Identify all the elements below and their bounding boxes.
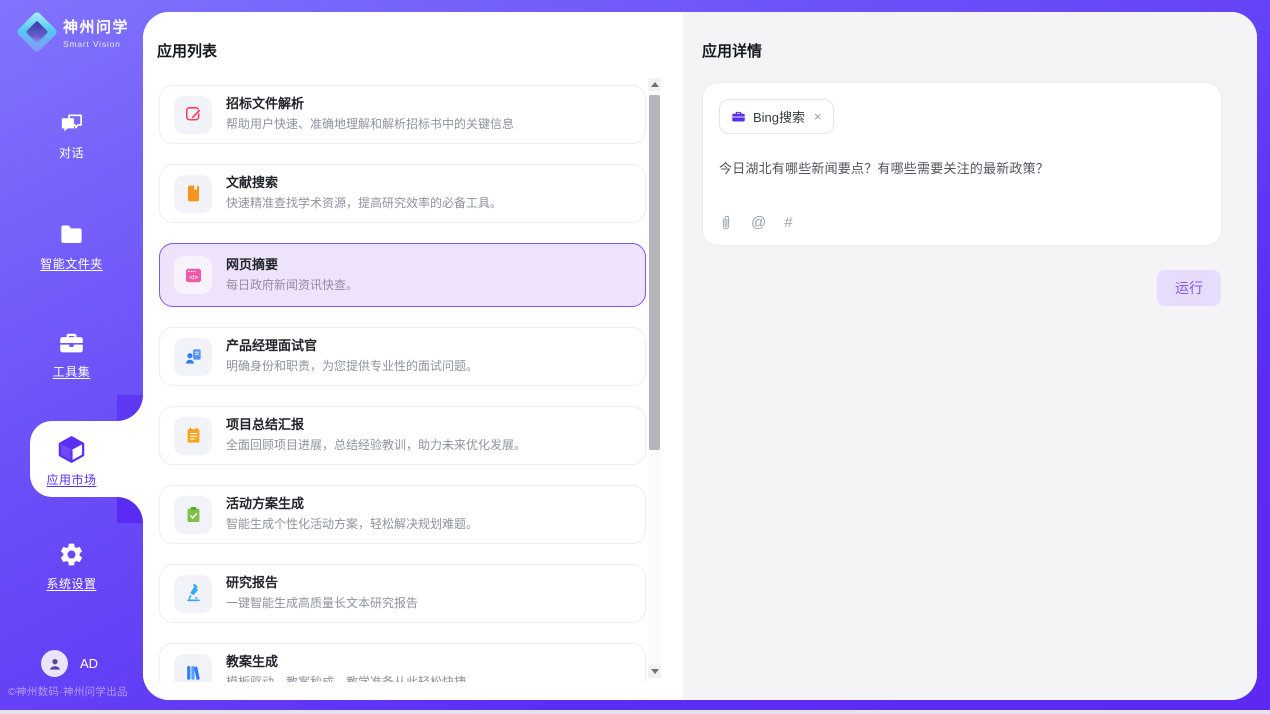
app-detail-panel: 应用详情 Bing搜索 × 今日湖北有哪些新闻要点？有哪些需要关注的最新政策？ … (683, 12, 1257, 700)
list-scrollbar (648, 78, 661, 678)
sidebar: 神州问学 Smart Vision 对话 智能文件夹 工具集 应用市场 (0, 0, 143, 714)
app-card-project-summary[interactable]: 项目总结汇报 全面回顾项目进展，总结经验教训，助力未来优化发展。 (159, 406, 646, 465)
brand-name: 神州问学 (63, 16, 129, 37)
app-card-title: 网页摘要 (226, 257, 358, 274)
triangle-down-icon (651, 669, 659, 674)
app-card-title: 招标文件解析 (226, 96, 514, 113)
app-card-desc: 模板驱动，教案秒成，教学准备从此轻松快捷 (226, 674, 466, 682)
app-card-desc: 一键智能生成高质量长文本研究报告 (226, 595, 418, 612)
sidebar-item-smart-folder[interactable]: 智能文件夹 (0, 221, 143, 272)
input-toolbar: @ # (719, 214, 793, 231)
app-icon-tile (174, 96, 212, 134)
folder-icon (58, 221, 85, 248)
app-card-desc: 每日政府新闻资讯快查。 (226, 277, 358, 294)
brand-subtitle: Smart Vision (63, 39, 129, 49)
app-card-title: 教案生成 (226, 654, 466, 671)
app-card-title: 项目总结汇报 (226, 417, 526, 434)
sidebar-item-chat[interactable]: 对话 (0, 110, 143, 161)
app-card-web-summary[interactable]: </> 网页摘要 每日政府新闻资讯快查。 (159, 243, 646, 307)
app-icon-tile (174, 654, 212, 683)
tab-fillet-bottom (117, 497, 143, 523)
brand-text: 神州问学 Smart Vision (63, 16, 129, 49)
bottom-edge-strip (0, 710, 1270, 714)
app-card-literature-search[interactable]: 文献搜索 快速精准查找学术资源，提高研究效率的必备工具。 (159, 164, 646, 223)
tag-close-icon[interactable]: × (814, 109, 822, 124)
app-icon-tile (174, 338, 212, 376)
chat-icon (58, 110, 85, 137)
gear-icon (58, 541, 85, 568)
app-list-title: 应用列表 (157, 40, 217, 61)
app-card-research-report[interactable]: 研究报告 一键智能生成高质量长文本研究报告 (159, 564, 646, 623)
app-card-bid-document-parse[interactable]: 招标文件解析 帮助用户快速、准确地理解和解析招标书中的关键信息 (159, 85, 646, 144)
app-icon-tile (174, 575, 212, 613)
brand-logo-icon (18, 13, 56, 51)
app-icon-tile (174, 496, 212, 534)
browser-code-icon: </> (184, 266, 203, 285)
app-card-desc: 帮助用户快速、准确地理解和解析招标书中的关键信息 (226, 116, 514, 133)
sidebar-item-label: 系统设置 (46, 575, 96, 592)
content-sheet: 应用列表 招标文件解析 帮助用户快速、准确地理解和解析招标书中的关键信息 (143, 12, 1257, 700)
app-card-title: 活动方案生成 (226, 496, 478, 513)
app-card-title: 产品经理面试官 (226, 338, 478, 355)
paperclip-icon[interactable] (719, 214, 733, 231)
sidebar-item-toolset[interactable]: 工具集 (0, 329, 143, 380)
app-card-desc: 明确身份和职责，为您提供专业性的面试问题。 (226, 358, 478, 375)
toolbox-icon (58, 329, 85, 356)
sidebar-item-label: 智能文件夹 (40, 255, 103, 272)
triangle-up-icon (651, 82, 659, 87)
tab-fillet-top (117, 395, 143, 421)
scrollbar-down-button[interactable] (648, 665, 661, 678)
app-card-title: 文献搜索 (226, 175, 502, 192)
scrollbar-thumb[interactable] (649, 95, 660, 450)
app-icon-tile (174, 175, 212, 213)
tool-tag-label: Bing搜索 (753, 107, 805, 126)
scrollbar-up-button[interactable] (648, 78, 661, 91)
app-card-desc: 全面回顾项目进展，总结经验教训，助力未来优化发展。 (226, 437, 526, 454)
notepad-icon (184, 426, 203, 445)
person-icon (47, 656, 63, 672)
clipboard-check-icon (184, 505, 203, 524)
app-detail-title: 应用详情 (702, 40, 762, 61)
copyright: ©神州数码·神州问学出品 (8, 684, 128, 699)
sidebar-item-label: 应用市场 (46, 471, 96, 488)
books-icon (184, 663, 203, 682)
app-card-pm-interviewer[interactable]: 产品经理面试官 明确身份和职责，为您提供专业性的面试问题。 (159, 327, 646, 386)
sidebar-item-label: 工具集 (53, 363, 91, 380)
tool-tag-bing-search[interactable]: Bing搜索 × (719, 99, 834, 134)
user-account[interactable]: AD (41, 650, 98, 677)
brand-logo: 神州问学 Smart Vision (18, 13, 129, 51)
microscope-icon (184, 584, 203, 603)
sidebar-item-settings[interactable]: 系统设置 (0, 541, 143, 592)
book-icon (184, 184, 203, 203)
svg-text:</>: </> (189, 275, 198, 281)
briefcase-icon (731, 109, 746, 124)
sidebar-item-app-market[interactable]: 应用市场 (0, 434, 143, 488)
hash-tag-icon[interactable]: # (784, 215, 792, 230)
app-card-desc: 智能生成个性化活动方案，轻松解决规划难题。 (226, 516, 478, 533)
cube-icon (56, 434, 87, 465)
interviewer-icon (184, 347, 203, 366)
sidebar-item-label: 对话 (59, 144, 84, 161)
prompt-input-card[interactable]: Bing搜索 × 今日湖北有哪些新闻要点？有哪些需要关注的最新政策？ @ # (702, 82, 1222, 246)
app-icon-tile (174, 417, 212, 455)
run-button[interactable]: 运行 (1157, 270, 1221, 306)
app-icon-tile: </> (174, 256, 212, 294)
user-label: AD (80, 656, 98, 671)
edit-square-icon (184, 105, 203, 124)
app-list: 招标文件解析 帮助用户快速、准确地理解和解析招标书中的关键信息 文献搜索 快速精… (159, 78, 646, 682)
at-mention-icon[interactable]: @ (751, 215, 766, 230)
app-card-desc: 快速精准查找学术资源，提高研究效率的必备工具。 (226, 195, 502, 212)
app-card-event-plan[interactable]: 活动方案生成 智能生成个性化活动方案，轻松解决规划难题。 (159, 485, 646, 544)
app-card-title: 研究报告 (226, 575, 418, 592)
app-card-lesson-plan[interactable]: 教案生成 模板驱动，教案秒成，教学准备从此轻松快捷 (159, 643, 646, 682)
avatar (41, 650, 68, 677)
query-input[interactable]: 今日湖北有哪些新闻要点？有哪些需要关注的最新政策？ (719, 158, 1205, 177)
app-list-panel: 应用列表 招标文件解析 帮助用户快速、准确地理解和解析招标书中的关键信息 (143, 12, 683, 700)
